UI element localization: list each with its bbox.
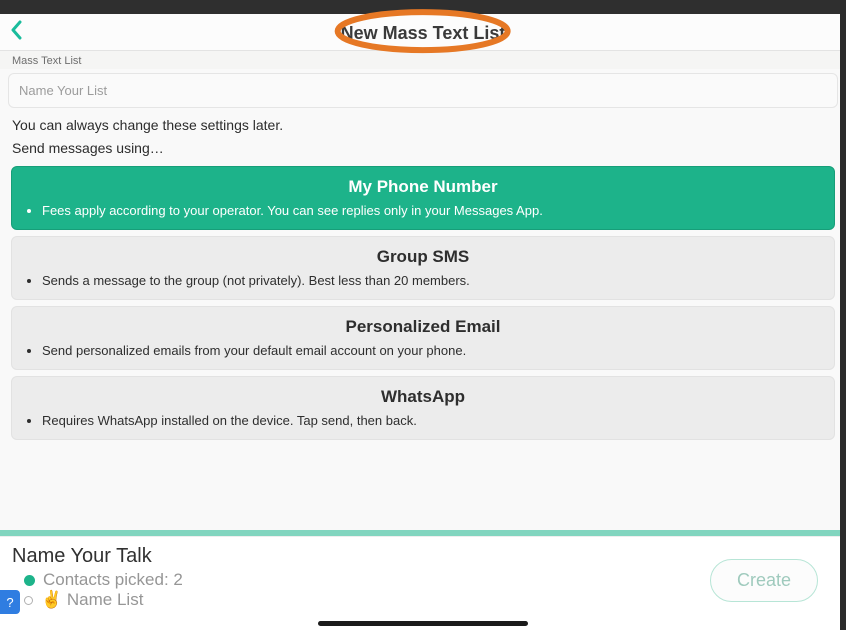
option-my-phone-number[interactable]: My Phone Number Fees apply according to …	[11, 166, 835, 230]
list-name-row	[8, 73, 838, 108]
page-title-wrap: New Mass Text List	[341, 23, 506, 44]
option-desc: Send personalized emails from your defau…	[42, 343, 820, 358]
option-title: Group SMS	[26, 247, 820, 267]
bottom-panel: Name Your Talk Contacts picked: 2 ✌️ Nam…	[0, 536, 846, 630]
option-group-sms[interactable]: Group SMS Sends a message to the group (…	[11, 236, 835, 300]
help-glyph: ?	[6, 595, 13, 610]
hint-line-1: You can always change these settings lat…	[0, 114, 846, 137]
hint-line-2: Send messages using…	[0, 137, 846, 160]
back-button[interactable]	[8, 20, 26, 46]
option-desc: Fees apply according to your operator. Y…	[42, 203, 820, 218]
step-contacts-picked: Contacts picked: 2	[12, 570, 183, 590]
app-header: New Mass Text List	[0, 14, 846, 50]
right-device-edge	[840, 0, 846, 630]
step-name-list[interactable]: ✌️ Name List	[12, 590, 183, 610]
option-title: Personalized Email	[26, 317, 820, 337]
name-your-talk-title: Name Your Talk	[12, 545, 183, 568]
name-list-text: ✌️ Name List	[41, 590, 143, 610]
step-dot-pending-icon	[24, 596, 33, 605]
option-desc: Requires WhatsApp installed on the devic…	[42, 413, 820, 428]
home-indicator	[318, 621, 528, 626]
contacts-picked-text: Contacts picked: 2	[43, 570, 183, 590]
page-title: New Mass Text List	[341, 23, 506, 43]
list-name-input[interactable]	[8, 73, 838, 108]
option-title: WhatsApp	[26, 387, 820, 407]
option-personalized-email[interactable]: Personalized Email Send personalized ema…	[11, 306, 835, 370]
option-title: My Phone Number	[26, 177, 820, 197]
option-whatsapp[interactable]: WhatsApp Requires WhatsApp installed on …	[11, 376, 835, 440]
step-dot-done-icon	[24, 575, 35, 586]
create-button[interactable]: Create	[710, 559, 818, 602]
option-desc: Sends a message to the group (not privat…	[42, 273, 820, 288]
field-label: Mass Text List	[0, 50, 846, 69]
help-icon[interactable]: ?	[0, 590, 20, 614]
status-bar	[0, 0, 846, 14]
